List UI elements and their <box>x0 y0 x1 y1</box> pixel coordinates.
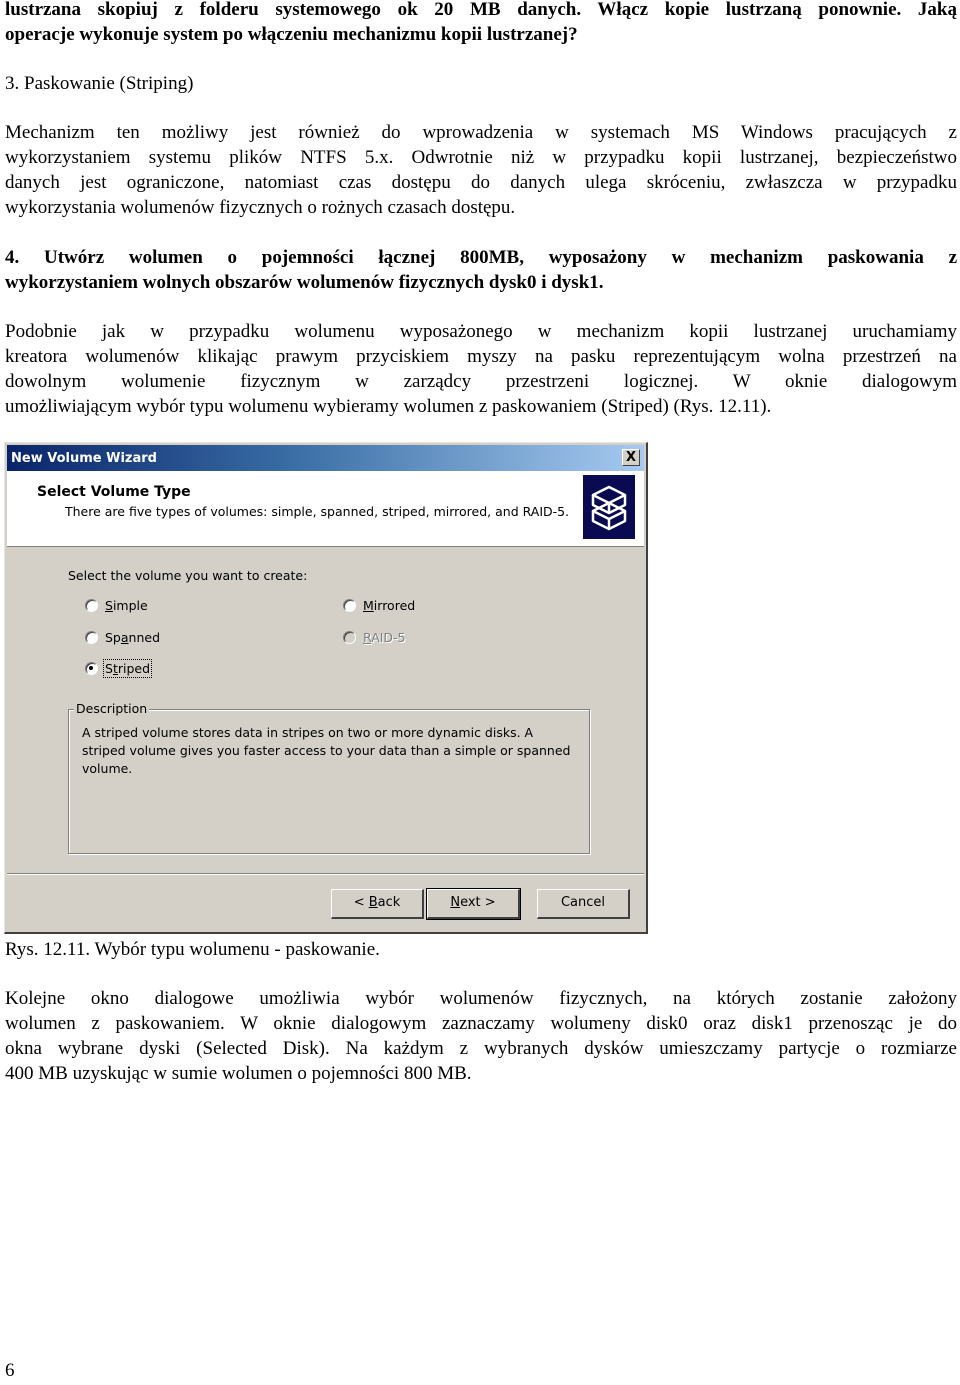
description-legend: Description <box>74 701 150 716</box>
page-number: 6 <box>5 1360 15 1381</box>
radio-label: Striped <box>102 659 153 678</box>
text-line: wolumen z paskowaniem. W oknie dialogowy… <box>5 1013 957 1034</box>
radio-button-disabled <box>343 631 356 644</box>
description-text: A striped volume stores data in stripes … <box>82 725 571 776</box>
text-line: danych jest ograniczone, natomiast czas … <box>5 172 957 193</box>
text-line: wykorzystaniem systemu plików NTFS 5.x. … <box>5 147 957 168</box>
task-4-heading: 4. Utwórz wolumen o pojemności łącznej 8… <box>5 245 957 295</box>
text-line: wykorzystaniem wolnych obszarów wolumenó… <box>5 272 604 293</box>
text-line: dowolnym wolumenie fizycznym w zarządcy … <box>5 371 957 392</box>
text-line: Podobnie jak w przypadku wolumenu wyposa… <box>5 321 957 342</box>
title-bar: New Volume Wizard X <box>7 445 644 471</box>
section-heading: 3. Paskowanie (Striping) <box>5 73 194 94</box>
radio-button[interactable] <box>85 599 98 612</box>
close-icon: X <box>625 450 637 465</box>
text-line: umożliwiającym wybór typu wolumenu wybie… <box>5 396 772 417</box>
text-line: wykorzystania wolumenów fizycznych o roż… <box>5 197 516 218</box>
dialog-title: New Volume Wizard <box>11 451 157 466</box>
radio-button[interactable] <box>343 599 356 612</box>
close-button[interactable]: X <box>622 449 640 466</box>
description-groupbox: Description A striped volume stores data… <box>68 701 590 854</box>
radio-label: RAID-5 <box>363 630 406 645</box>
radio-mirrored[interactable]: Mirrored <box>343 598 415 613</box>
header-subtitle: There are five types of volumes: simple,… <box>65 504 570 519</box>
text-line: lustrzana skopiuj z folderu systemowego … <box>5 0 957 20</box>
text-line: Mechanizm ten możliwy jest również do wp… <box>5 122 957 143</box>
paragraph-next-dialog: Kolejne okno dialogowe umożliwia wybór w… <box>5 986 957 1086</box>
text-line: 4. Utwórz wolumen o pojemności łącznej 8… <box>5 247 957 268</box>
text-line: okna wybrane dyski (Selected Disk). Na k… <box>5 1038 957 1059</box>
radio-button[interactable] <box>85 631 98 644</box>
radio-label: Spanned <box>105 630 161 645</box>
radio-simple[interactable]: Simple <box>85 598 148 613</box>
radio-spanned[interactable]: Spanned <box>85 630 160 645</box>
volume-type-prompt: Select the volume you want to create: <box>68 568 308 583</box>
wizard-header: Select Volume Type There are five types … <box>7 471 644 547</box>
new-volume-wizard-dialog: New Volume Wizard X Select Volume Type T… <box>4 442 648 934</box>
radio-button-checked[interactable] <box>85 662 98 675</box>
text-line: Kolejne okno dialogowe umożliwia wybór w… <box>5 988 957 1009</box>
text-line: operacje wykonuje system po włączeniu me… <box>5 24 578 45</box>
radio-raid5: RAID-5 <box>343 630 406 645</box>
back-button[interactable]: < Back <box>331 889 424 919</box>
stacked-disks-icon <box>583 475 635 539</box>
radio-label: Mirrored <box>363 598 416 613</box>
figure-caption: Rys. 12.11. Wybór typu wolumenu - paskow… <box>5 939 380 960</box>
text-line: 400 MB uzyskując w sumie wolumen o pojem… <box>5 1063 472 1084</box>
radio-striped[interactable]: Striped <box>85 659 153 678</box>
footer-divider <box>7 873 644 875</box>
cancel-button[interactable]: Cancel <box>537 889 630 919</box>
paragraph-striping: Mechanizm ten możliwy jest również do wp… <box>5 120 957 220</box>
radio-label: Simple <box>105 598 148 613</box>
paragraph-wizard: Podobnie jak w przypadku wolumenu wyposa… <box>5 319 957 419</box>
header-title: Select Volume Type <box>37 484 191 500</box>
next-button[interactable]: Next > <box>426 888 521 920</box>
text-line: kreatora wolumenów klikając prawym przyc… <box>5 346 957 367</box>
intro-question: lustrzana skopiuj z folderu systemowego … <box>5 0 957 47</box>
